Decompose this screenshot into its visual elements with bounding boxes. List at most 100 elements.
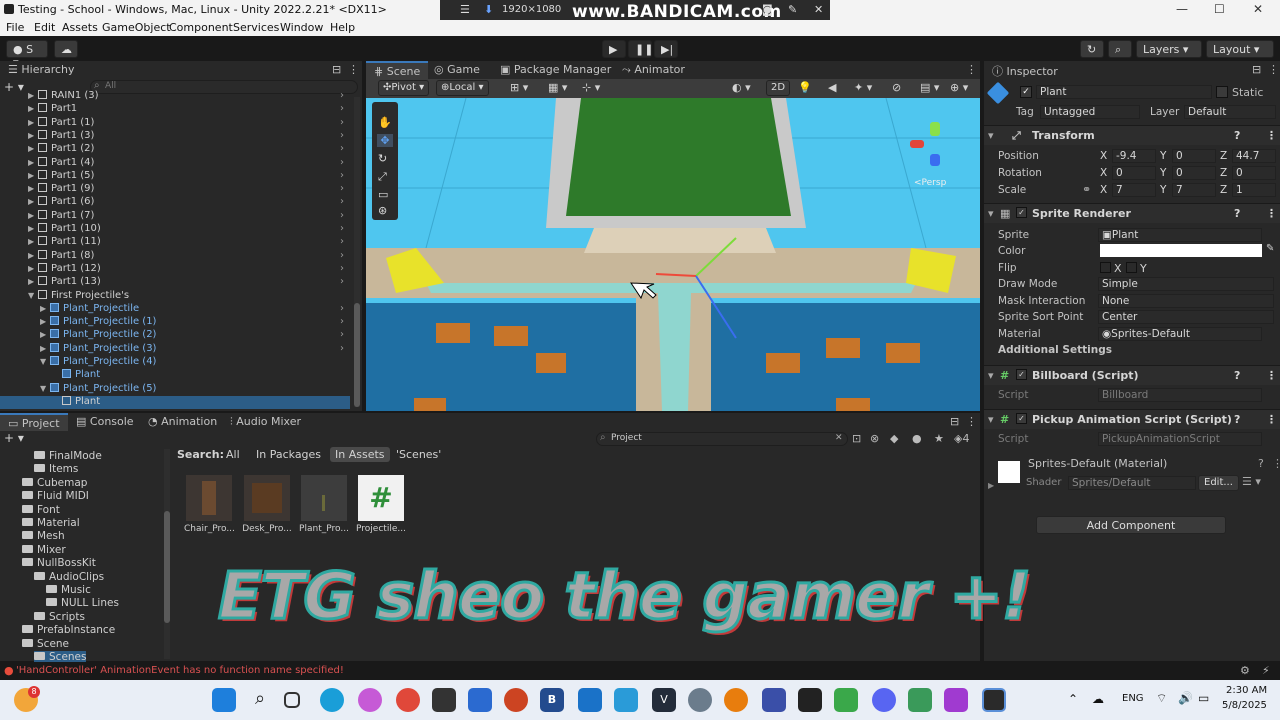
chrome-icon[interactable] <box>396 688 420 712</box>
hierarchy-item[interactable]: ▶ Part1 (10) › <box>0 223 350 236</box>
expand-arrow-icon[interactable]: ▶ <box>28 171 38 180</box>
rot-z-field[interactable]: 0 <box>1232 166 1276 180</box>
account-button[interactable]: ● S ▾ <box>6 40 48 69</box>
chevron-right-icon[interactable]: › <box>340 236 344 247</box>
pos-y-field[interactable]: 0 <box>1172 149 1216 163</box>
store-icon[interactable] <box>468 688 492 712</box>
tab-project[interactable]: ▭ Project <box>0 413 68 431</box>
material-field[interactable]: ◉Sprites-Default <box>1098 327 1262 341</box>
expand-arrow-icon[interactable]: ▶ <box>28 264 38 273</box>
chevron-right-icon[interactable]: › <box>340 276 344 287</box>
chevron-right-icon[interactable]: › <box>340 343 344 354</box>
material-foldout-icon[interactable]: ▶ <box>988 481 994 490</box>
move-tool-icon[interactable]: ✥ <box>377 134 393 147</box>
menu-services[interactable]: Services <box>233 21 279 34</box>
scale-x-field[interactable]: 7 <box>1112 183 1156 197</box>
minimize-button[interactable]: — <box>1176 2 1188 16</box>
folder-tree-item[interactable]: FinalMode <box>34 450 102 462</box>
expand-arrow-icon[interactable]: ▶ <box>28 91 38 100</box>
effects-icon[interactable]: ✦ ▾ <box>854 81 872 94</box>
chevron-right-icon[interactable]: › <box>340 130 344 141</box>
scale-tool-icon[interactable]: ⤢ <box>378 170 387 184</box>
menu-file[interactable]: File <box>6 21 24 34</box>
app-icon[interactable] <box>834 688 858 712</box>
folder-tree-item[interactable]: PrefabInstance <box>22 624 115 636</box>
hierarchy-item[interactable]: ▶ Part1 (8) › <box>0 249 350 263</box>
expand-arrow-icon[interactable]: ▶ <box>28 251 38 260</box>
hierarchy-item[interactable]: ▶ Part1 (6) › <box>0 196 350 209</box>
save-search-icon[interactable]: ⊡ <box>852 432 861 445</box>
kebab-menu-icon[interactable]: ⋮ <box>348 63 359 76</box>
link-scale-icon[interactable]: ⚭ <box>1082 183 1091 196</box>
flip-y-checkbox[interactable] <box>1126 262 1137 273</box>
rotate-tool-icon[interactable]: ↻ <box>378 152 387 165</box>
hierarchy-item[interactable]: ▼ Plant_Projectile (5) <box>0 382 350 396</box>
scale-y-field[interactable]: 7 <box>1172 183 1216 197</box>
draw-mode-dropdown[interactable]: Simple <box>1098 277 1274 291</box>
chevron-right-icon[interactable]: › <box>340 183 344 194</box>
hierarchy-item[interactable]: ▶ Part1 (12) › <box>0 262 350 276</box>
audio-icon[interactable]: ◀ <box>828 81 836 94</box>
tab-animator[interactable]: ⤳ Animator <box>614 61 693 79</box>
cloud-icon[interactable]: ☁ <box>1092 692 1104 706</box>
mask-interaction-dropdown[interactable]: None <box>1098 294 1274 308</box>
asset-plant-prefab[interactable]: Plant_Pro... <box>299 475 349 534</box>
pause-button[interactable]: ❚❚ <box>628 40 653 58</box>
hierarchy-item[interactable]: ▶ Plant_Projectile (3) › <box>0 342 350 356</box>
filter-scenes[interactable]: 'Scenes' <box>396 448 441 461</box>
chevron-right-icon[interactable]: › <box>340 90 344 101</box>
kebab-menu-icon[interactable]: ⋮ <box>1272 457 1280 470</box>
filter-in-assets[interactable]: In Assets <box>330 447 390 462</box>
lock-icon[interactable]: ⊟ <box>950 415 959 428</box>
kebab-menu-icon[interactable]: ⋮ <box>1268 63 1279 76</box>
menu-window[interactable]: Window <box>280 21 323 34</box>
search-taskbar-icon[interactable]: ⌕ <box>248 688 272 712</box>
eyedropper-icon[interactable]: ✎ <box>1266 243 1274 254</box>
amazon-icon[interactable] <box>432 688 456 712</box>
expand-arrow-icon[interactable]: ▼ <box>40 384 50 393</box>
help-icon[interactable]: ? <box>1234 207 1240 220</box>
expand-arrow-icon[interactable]: ▶ <box>40 344 50 353</box>
app-icon[interactable] <box>944 688 968 712</box>
menu-edit[interactable]: Edit <box>34 21 55 34</box>
headphones-icon[interactable] <box>762 688 786 712</box>
language-indicator[interactable]: ENG <box>1122 693 1144 704</box>
help-icon[interactable]: ? <box>1234 369 1240 382</box>
hierarchy-item[interactable]: ▶ Plant_Projectile › <box>0 302 350 316</box>
gizmos-icon[interactable]: ⊕ ▾ <box>950 81 968 94</box>
expand-arrow-icon[interactable]: ▶ <box>28 277 38 286</box>
folder-tree-item[interactable]: AudioClips <box>34 571 104 583</box>
tag-dropdown[interactable]: Untagged <box>1040 105 1140 119</box>
folder-tree-item[interactable]: Font <box>22 504 60 516</box>
wifi-icon[interactable]: ⌔ <box>1156 691 1167 706</box>
close-window-button[interactable]: ✕ <box>1253 2 1263 16</box>
chevron-right-icon[interactable]: › <box>340 117 344 128</box>
app-icon[interactable] <box>908 688 932 712</box>
edit-shader-button[interactable]: Edit... <box>1198 475 1239 491</box>
expand-arrow-icon[interactable]: ▼ <box>40 357 50 366</box>
copilot-icon[interactable] <box>358 688 382 712</box>
transform-tool-icon[interactable]: ⊛ <box>378 204 387 217</box>
folder-tree-item[interactable]: NULL Lines <box>46 597 119 609</box>
filter-type-icon[interactable]: ⊗ <box>870 432 879 445</box>
photos-icon[interactable] <box>614 688 638 712</box>
hierarchy-item[interactable]: ▶ Part1 › <box>0 103 350 116</box>
start-button[interactable] <box>212 688 236 712</box>
grid-snap-icon[interactable]: ⊞ ▾ <box>510 81 528 94</box>
lock-icon[interactable]: ⊟ <box>1252 63 1261 76</box>
grid-icon[interactable]: ▦ ▾ <box>548 81 567 94</box>
hierarchy-item[interactable]: ▶ Plant_Projectile (2) › <box>0 329 350 342</box>
bandicut-icon[interactable]: B <box>540 688 564 712</box>
asset-projectile-script[interactable]: # Projectile... <box>356 475 406 534</box>
material-menu-icon[interactable]: ☰ ▾ <box>1242 475 1261 488</box>
vscode-icon[interactable]: V <box>652 688 676 712</box>
folder-tree-item[interactable]: Music <box>46 584 91 596</box>
settings-icon[interactable]: ⋮ <box>1266 129 1277 142</box>
hierarchy-scrollbar[interactable] <box>354 97 360 407</box>
folder-tree-item[interactable]: Material <box>22 517 80 529</box>
chevron-right-icon[interactable]: › <box>340 223 344 234</box>
pos-z-field[interactable]: 44.7 <box>1232 149 1276 163</box>
tab-console[interactable]: ▤ Console <box>68 413 142 431</box>
hierarchy-item[interactable]: ▶ Part1 (3) › <box>0 129 350 143</box>
tab-hierarchy[interactable]: ☰ Hierarchy <box>0 61 83 79</box>
